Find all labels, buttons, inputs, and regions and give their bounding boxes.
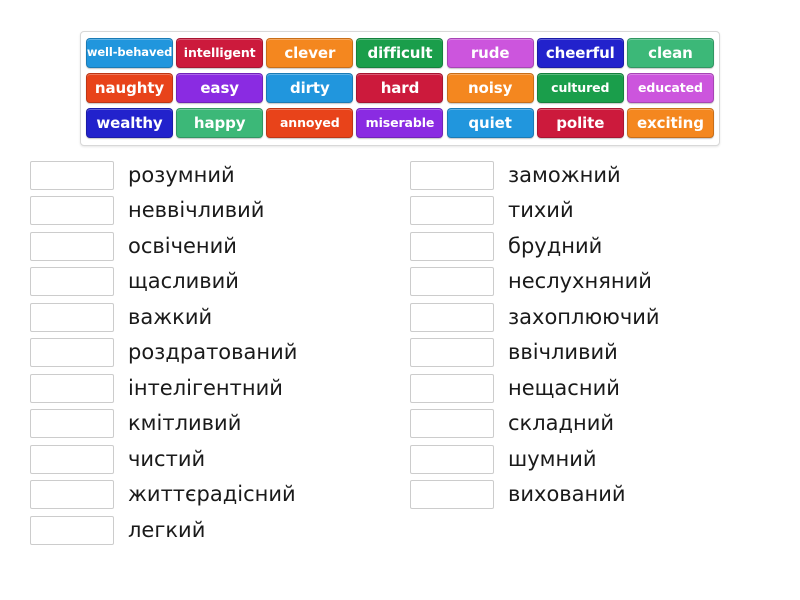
word-tile[interactable]: noisy	[446, 73, 534, 103]
word-tile[interactable]: miserable	[356, 108, 444, 138]
answer-word-label: неввічливий	[128, 198, 265, 222]
answer-column-right: заможний тихий брудний неслухняний захоплююч…	[410, 160, 660, 515]
word-tile[interactable]: clever	[266, 38, 354, 68]
answer-row: розумний	[30, 160, 297, 190]
answer-row: роздратований	[30, 338, 297, 368]
answer-drop-box[interactable]	[410, 160, 494, 190]
answer-word-label: шумний	[508, 446, 597, 471]
answer-drop-box[interactable]	[410, 444, 494, 474]
answer-drop-box[interactable]	[410, 409, 494, 438]
tile-row: wealthy happy annoyed miserable quiet polite e…	[86, 108, 714, 138]
word-tile[interactable]: cheerful	[536, 38, 624, 68]
answer-word-label: інтелігентний	[128, 375, 283, 400]
word-tile[interactable]: annoyed	[266, 108, 354, 138]
answer-drop-box[interactable]	[410, 196, 494, 225]
answer-row: інтелігентний	[30, 373, 297, 403]
answer-row: вихований	[410, 480, 660, 510]
word-tile[interactable]: wealthy	[86, 108, 173, 138]
answer-drop-box[interactable]	[410, 373, 494, 403]
answer-row: нещасний	[410, 373, 660, 403]
answer-word-label: освічений	[128, 233, 237, 258]
answer-row: важкий	[30, 302, 297, 332]
word-tile[interactable]: dirty	[266, 73, 354, 103]
answer-row: неслухняний	[410, 267, 660, 297]
answer-row: щасливий	[30, 267, 297, 297]
word-tile[interactable]: cultured	[536, 73, 624, 103]
word-tile[interactable]: clean	[626, 38, 714, 68]
answer-row: життєрадісний	[30, 480, 297, 510]
answer-drop-box[interactable]	[410, 480, 494, 509]
word-tile[interactable]: happy	[176, 108, 264, 138]
answer-word-label: чистий	[128, 446, 206, 471]
word-tile[interactable]: intelligent	[176, 38, 264, 68]
word-tile[interactable]: educated	[626, 73, 714, 103]
answer-drop-box[interactable]	[30, 373, 114, 403]
answer-word-label: важкий	[128, 304, 213, 329]
answer-row: заможний	[410, 160, 660, 190]
answer-row: чистий	[30, 444, 297, 474]
answer-row: захоплюючий	[410, 302, 660, 332]
word-tile[interactable]: rude	[446, 38, 534, 68]
answer-word-label: неслухняний	[508, 269, 652, 293]
answer-drop-box[interactable]	[410, 338, 494, 367]
tile-row: naughty easy dirty hard noisy cultured educate…	[86, 73, 714, 103]
answer-drop-box[interactable]	[30, 231, 114, 261]
answer-word-label: легкий	[128, 517, 206, 542]
answer-row: шумний	[410, 444, 660, 474]
answer-drop-box[interactable]	[410, 302, 494, 332]
answer-word-label: розумний	[128, 162, 235, 187]
answer-word-label: заможний	[508, 162, 621, 187]
answer-word-label: роздратований	[128, 340, 298, 364]
word-tile[interactable]: hard	[356, 73, 444, 103]
answer-drop-box[interactable]	[30, 267, 114, 296]
answer-row: складний	[410, 409, 660, 439]
answer-drop-box[interactable]	[30, 196, 114, 225]
answer-drop-box[interactable]	[30, 409, 114, 438]
answer-drop-box[interactable]	[30, 480, 114, 509]
answer-row: ввічливий	[410, 338, 660, 368]
word-tile[interactable]: exciting	[626, 108, 714, 138]
answer-word-label: ввічливий	[508, 340, 618, 364]
answer-drop-box[interactable]	[410, 267, 494, 296]
answer-row: тихий	[410, 196, 660, 226]
answer-column-left: розумний неввічливий освічений щасливий важк…	[30, 160, 297, 551]
answer-word-label: кмітливий	[128, 411, 242, 435]
word-tile[interactable]: quiet	[446, 108, 534, 138]
answer-row: легкий	[30, 515, 297, 545]
answer-drop-box[interactable]	[410, 231, 494, 261]
answer-row: освічений	[30, 231, 297, 261]
answer-drop-box[interactable]	[30, 515, 114, 545]
word-tile[interactable]: well-behaved	[86, 38, 173, 68]
answer-row: брудний	[410, 231, 660, 261]
answer-word-label: захоплюючий	[508, 304, 660, 329]
answer-word-label: тихий	[508, 198, 574, 222]
answer-word-label: щасливий	[128, 269, 239, 293]
answer-word-label: брудний	[508, 233, 603, 258]
word-tile[interactable]: polite	[536, 108, 624, 138]
answer-word-label: вихований	[508, 482, 626, 506]
answer-row: неввічливий	[30, 196, 297, 226]
word-tile[interactable]: difficult	[356, 38, 444, 68]
tile-row: well-behaved intelligent clever difficult ru…	[86, 38, 714, 68]
answer-row: кмітливий	[30, 409, 297, 439]
answer-drop-box[interactable]	[30, 160, 114, 190]
answer-word-label: складний	[508, 411, 615, 435]
answer-drop-box[interactable]	[30, 338, 114, 367]
answer-word-label: життєрадісний	[128, 482, 296, 506]
word-tile[interactable]: naughty	[86, 73, 173, 103]
answer-drop-box[interactable]	[30, 302, 114, 332]
answer-drop-box[interactable]	[30, 444, 114, 474]
word-tile-bank: well-behaved intelligent clever difficult ru…	[80, 31, 720, 146]
word-tile[interactable]: easy	[176, 73, 264, 103]
answer-word-label: нещасний	[508, 375, 620, 400]
